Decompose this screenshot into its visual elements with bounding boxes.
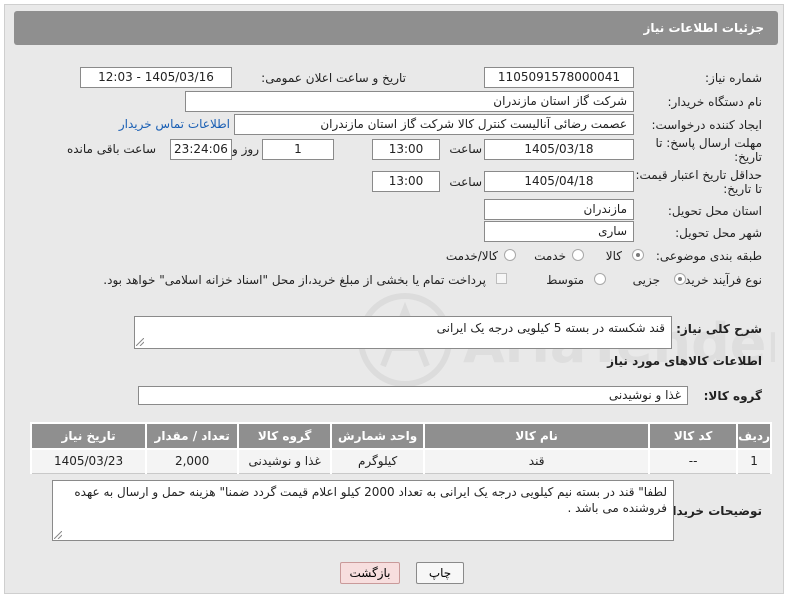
price-validity-label: حداقل تاریخ اعتبار قیمت:	[635, 168, 762, 182]
days-field: 1	[262, 139, 334, 160]
buyer-notes-text: لطفا" قند در بسته نیم کیلویی درجه یک ایر…	[74, 485, 667, 515]
cell-quantity: 2,000	[145, 448, 240, 474]
buyer-org-label: نام دستگاه خریدار:	[667, 95, 763, 109]
creator-label: ایجاد کننده درخواست:	[651, 118, 762, 132]
resize-grip-icon	[54, 531, 62, 539]
price-time-label: ساعت	[449, 175, 482, 189]
col-goods-group: گروه کالا	[237, 422, 333, 450]
goods-group-field: غذا و نوشیدنی	[138, 386, 688, 405]
treasury-payment-note: پرداخت تمام یا بخشی از مبلغ خرید،از محل …	[103, 273, 486, 287]
back-button[interactable]: بازگشت	[340, 562, 400, 584]
cell-need-date: 1405/03/23	[29, 448, 148, 474]
creator-field: عصمت رضائی آنالیست کنترل کالا شرکت گاز ا…	[234, 114, 634, 135]
days-label: روز و	[232, 142, 259, 156]
cell-row-number: 1	[736, 448, 772, 474]
reply-deadline-label: مهلت ارسال پاسخ: تا	[655, 136, 762, 150]
col-unit: واحد شمارش	[330, 422, 426, 450]
reply-time-field: 13:00	[372, 139, 440, 160]
cell-goods-group: غذا و نوشیدنی	[237, 448, 333, 474]
category-goods-service-label: کالا/خدمت	[445, 249, 498, 263]
category-goods-service-radio[interactable]	[504, 249, 516, 261]
announce-date-label: تاریخ و ساعت اعلان عمومی:	[261, 71, 406, 85]
cell-unit: کیلوگرم	[330, 448, 426, 474]
col-need-date: تاریخ نیاز	[29, 422, 148, 450]
reply-deadline-label-date: تاریخ:	[734, 150, 762, 164]
goods-section-title: اطلاعات کالاهای مورد نیاز	[607, 354, 762, 368]
page-title: جزئیات اطلاعات نیاز	[14, 11, 778, 45]
description-label: شرح کلی نیاز:	[676, 322, 762, 336]
remaining-time-label: ساعت باقی مانده	[66, 142, 156, 156]
cell-goods-name: قند	[423, 448, 651, 474]
cell-goods-code: --	[648, 448, 739, 474]
resize-grip-icon	[136, 338, 144, 346]
col-goods-code: کد کالا	[648, 422, 739, 450]
description-text: قند شکسته در بسته 5 کیلویی درجه یک ایران…	[436, 321, 665, 335]
remaining-time-field: 23:24:06	[170, 139, 232, 160]
category-label: طبقه بندی موضوعی:	[655, 249, 762, 263]
buyer-notes-textarea: لطفا" قند در بسته نیم کیلویی درجه یک ایر…	[52, 480, 674, 541]
need-number-label: شماره نیاز:	[705, 71, 762, 85]
process-medium-label: متوسط	[546, 273, 584, 287]
col-goods-name: نام کالا	[423, 422, 651, 450]
treasury-payment-checkbox[interactable]	[496, 273, 507, 284]
table-header-row: ردیف کد کالا نام کالا واحد شمارش گروه کا…	[29, 422, 772, 450]
table-row: 1 -- قند کیلوگرم غذا و نوشیدنی 2,000 140…	[29, 448, 772, 474]
buyer-notes-label: توضیحات خریدار:	[660, 504, 762, 518]
city-field: ساری	[484, 221, 634, 242]
goods-group-label: گروه کالا:	[703, 389, 762, 403]
price-time-field: 13:00	[372, 171, 440, 192]
need-number-field: 1105091578000041	[484, 67, 634, 88]
category-goods-label: کالا	[605, 249, 622, 263]
buyer-contact-link[interactable]: اطلاعات تماس خریدار	[119, 117, 230, 131]
category-service-label: خدمت	[534, 249, 566, 263]
process-label: نوع فرآیند خرید :	[677, 273, 762, 287]
province-field: مازندران	[484, 199, 634, 220]
process-minor-label: جزیی	[632, 273, 660, 287]
buyer-org-field: شرکت گاز استان مازندران	[185, 91, 634, 112]
announce-date-field: 1405/03/16 - 12:03	[80, 67, 232, 88]
reply-date-field: 1405/03/18	[484, 139, 634, 160]
category-goods-radio[interactable]	[632, 249, 644, 261]
print-button[interactable]: چاپ	[416, 562, 464, 584]
process-minor-radio[interactable]	[674, 273, 686, 285]
process-medium-radio[interactable]	[594, 273, 606, 285]
reply-time-label: ساعت	[449, 142, 482, 156]
col-quantity: تعداد / مقدار	[145, 422, 240, 450]
price-validity-label-date: تا تاریخ:	[723, 182, 762, 196]
city-label: شهر محل تحویل:	[675, 226, 762, 240]
price-date-field: 1405/04/18	[484, 171, 634, 192]
col-row-number: ردیف	[736, 422, 772, 450]
province-label: استان محل تحویل:	[667, 204, 762, 218]
description-textarea: قند شکسته در بسته 5 کیلویی درجه یک ایران…	[134, 316, 672, 349]
category-service-radio[interactable]	[572, 249, 584, 261]
goods-table: ردیف کد کالا نام کالا واحد شمارش گروه کا…	[29, 422, 772, 474]
